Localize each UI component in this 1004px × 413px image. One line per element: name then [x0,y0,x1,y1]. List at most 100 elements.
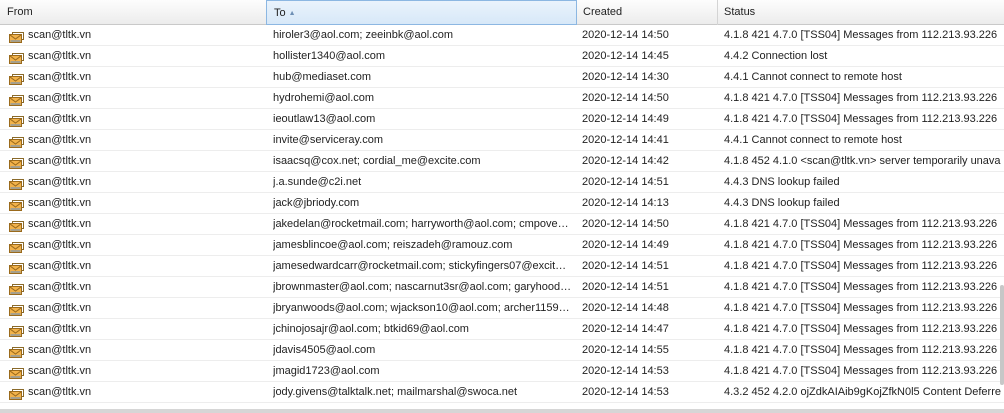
table-row[interactable]: scan@tltk.vn jdavis4505@aol.com 2020-12-14… [0,340,1004,361]
mail-queue-icon [9,324,24,337]
mail-queue-icon [9,177,24,190]
status-cell: 4.4.1 Cannot connect to remote host [724,71,902,83]
column-header-status-label: Status [724,6,756,18]
table-row[interactable]: scan@tltk.vn jakedelan@rocketmail.com; ha… [0,214,1004,235]
status-cell: 4.1.8 421 4.7.0 [TSS04] Messages from 11… [724,29,998,41]
column-header-created[interactable]: Created [576,0,718,25]
created-cell: 2020-12-14 14:50 [582,218,669,230]
from-address: scan@tltk.vn [28,281,92,293]
table-row[interactable]: scan@tltk.vn jmagid1723@aol.com 2020-12-14… [0,361,1004,382]
to-cell: invite@serviceray.com [273,134,383,146]
table-row[interactable]: scan@tltk.vn jbrownmaster@aol.com; nascar… [0,277,1004,298]
status-cell: 4.1.8 421 4.7.0 [TSS04] Messages from 11… [724,113,998,125]
table-row[interactable]: scan@tltk.vn jamesedwardcarr@rocketmail.c… [0,256,1004,277]
to-cell: ieoutlaw13@aol.com [273,113,376,125]
vertical-scrollbar[interactable] [1000,285,1004,385]
from-address: scan@tltk.vn [28,197,92,209]
from-cell: scan@tltk.vn [9,235,267,255]
table-row[interactable]: scan@tltk.vn hiroler3@aol.com; zeeinbk@ao… [0,25,1004,46]
status-cell: 4.1.8 421 4.7.0 [TSS04] Messages from 11… [724,323,998,335]
column-header-bar: From To ▲ Created Status [0,0,1004,25]
mail-queue-icon [9,261,24,274]
mail-queue-icon [9,240,24,253]
message-rows: scan@tltk.vn hiroler3@aol.com; zeeinbk@ao… [0,25,1004,413]
table-row[interactable]: scan@tltk.vn jbryanwoods@aol.com; wjackso… [0,298,1004,319]
mail-queue-icon [9,303,24,316]
from-cell: scan@tltk.vn [9,361,267,381]
table-row[interactable]: scan@tltk.vn ieoutlaw13@aol.com 2020-12-14… [0,109,1004,130]
column-header-to[interactable]: To ▲ [266,0,577,25]
table-row[interactable]: scan@tltk.vn jchinojosajr@aol.com; btkid6… [0,319,1004,340]
to-cell: jmagid1723@aol.com [273,365,380,377]
to-cell: jakedelan@rocketmail.com; harryworth@aol… [273,218,569,230]
from-address: scan@tltk.vn [28,50,92,62]
from-address: scan@tltk.vn [28,260,92,272]
status-cell: 4.4.3 DNS lookup failed [724,176,840,188]
from-address: scan@tltk.vn [28,71,92,83]
to-cell: jamesblincoe@aol.com; reiszadeh@ramouz.c… [273,239,513,251]
to-cell: jdavis4505@aol.com [273,344,376,356]
from-cell: scan@tltk.vn [9,298,267,318]
table-row[interactable]: scan@tltk.vn jody.givens@talktalk.net; ma… [0,382,1004,403]
from-address: scan@tltk.vn [28,134,92,146]
from-cell: scan@tltk.vn [9,172,267,192]
mail-queue-icon [9,366,24,379]
sort-ascending-icon: ▲ [288,10,296,17]
created-cell: 2020-12-14 14:55 [582,344,669,356]
from-cell: scan@tltk.vn [9,193,267,213]
created-cell: 2020-12-14 14:48 [582,302,669,314]
table-row[interactable]: scan@tltk.vn hub@mediaset.com 2020-12-14 1… [0,67,1004,88]
created-cell: 2020-12-14 14:53 [582,386,669,398]
status-cell: 4.4.3 DNS lookup failed [724,197,840,209]
table-row[interactable]: scan@tltk.vn jamesblincoe@aol.com; reisza… [0,235,1004,256]
to-cell: j.a.sunde@c2i.net [273,176,362,188]
to-cell: isaacsq@cox.net; cordial_me@excite.com [273,155,481,167]
from-cell: scan@tltk.vn [9,88,267,108]
status-cell: 4.1.8 421 4.7.0 [TSS04] Messages from 11… [724,281,998,293]
status-cell: 4.1.8 452 4.1.0 <scan@tltk.vn> server te… [724,155,1001,167]
mail-queue-icon [9,114,24,127]
from-cell: scan@tltk.vn [9,382,267,402]
mail-queue-icon [9,135,24,148]
column-header-from[interactable]: From [0,0,267,25]
status-cell: 4.1.8 421 4.7.0 [TSS04] Messages from 11… [724,218,998,230]
from-cell: scan@tltk.vn [9,46,267,66]
column-header-status[interactable]: Status [717,0,1004,25]
created-cell: 2020-12-14 14:51 [582,260,669,272]
to-cell: jbrownmaster@aol.com; nascarnut3sr@aol.c… [273,281,572,293]
status-cell: 4.4.2 Connection lost [724,50,828,62]
from-cell: scan@tltk.vn [9,319,267,339]
table-row[interactable]: scan@tltk.vn j.a.sunde@c2i.net 2020-12-14 … [0,172,1004,193]
from-address: scan@tltk.vn [28,323,92,335]
to-cell: hiroler3@aol.com; zeeinbk@aol.com [273,29,454,41]
created-cell: 2020-12-14 14:50 [582,92,669,104]
created-cell: 2020-12-14 14:51 [582,176,669,188]
from-address: scan@tltk.vn [28,302,92,314]
table-row[interactable]: scan@tltk.vn hydrohemi@aol.com 2020-12-14 … [0,88,1004,109]
from-cell: scan@tltk.vn [9,340,267,360]
from-address: scan@tltk.vn [28,386,92,398]
table-row[interactable]: scan@tltk.vn hollister1340@aol.com 2020-12… [0,46,1004,67]
table-row[interactable]: scan@tltk.vn invite@serviceray.com 2020-12… [0,130,1004,151]
created-cell: 2020-12-14 14:45 [582,50,669,62]
to-cell: hydrohemi@aol.com [273,92,375,104]
mail-queue-icon [9,30,24,43]
mail-queue-icon [9,345,24,358]
table-row[interactable]: scan@tltk.vn jack@jbriody.com 2020-12-14 1… [0,193,1004,214]
to-cell: jamesedwardcarr@rocketmail.com; stickyfi… [273,260,567,272]
created-cell: 2020-12-14 14:49 [582,239,669,251]
created-cell: 2020-12-14 14:49 [582,113,669,125]
created-cell: 2020-12-14 14:13 [582,197,669,209]
from-address: scan@tltk.vn [28,176,92,188]
mail-queue-icon [9,387,24,400]
mail-queue-icon [9,198,24,211]
from-cell: scan@tltk.vn [9,214,267,234]
mail-queue-icon [9,93,24,106]
from-cell: scan@tltk.vn [9,151,267,171]
created-cell: 2020-12-14 14:41 [582,134,669,146]
from-address: scan@tltk.vn [28,29,92,41]
horizontal-scrollbar-track[interactable] [0,409,1004,413]
table-row[interactable]: scan@tltk.vn isaacsq@cox.net; cordial_me@… [0,151,1004,172]
to-cell: jbryanwoods@aol.com; wjackson10@aol.com;… [273,302,570,314]
status-cell: 4.4.1 Cannot connect to remote host [724,134,902,146]
